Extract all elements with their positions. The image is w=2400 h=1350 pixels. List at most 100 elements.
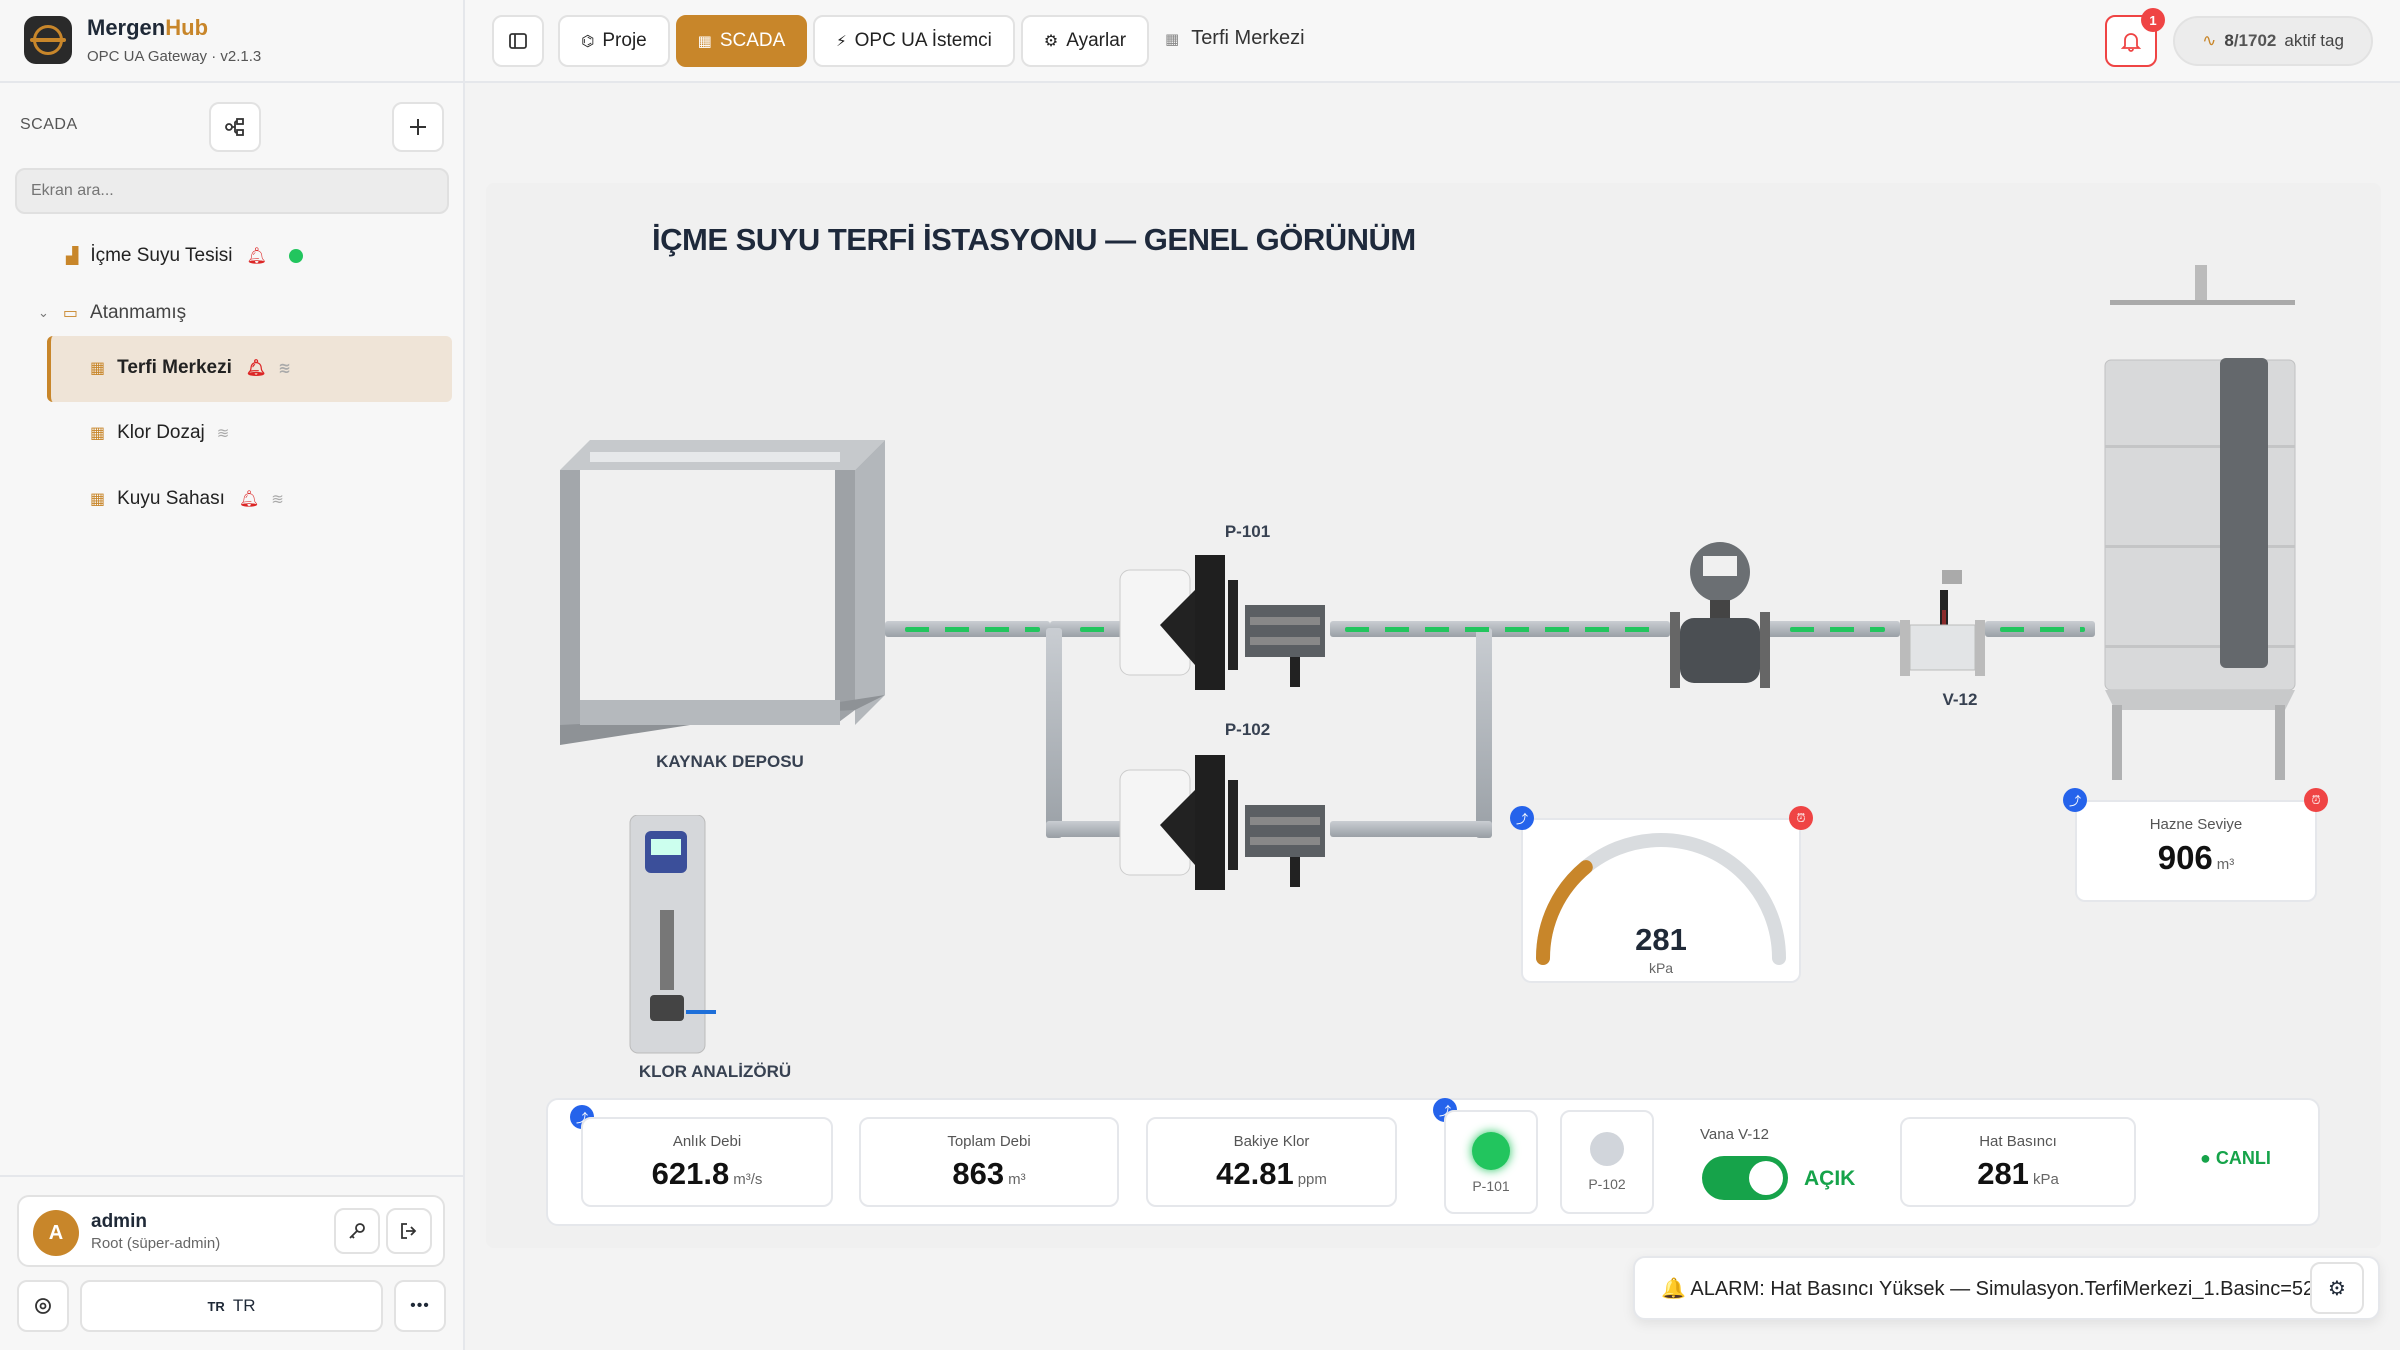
tank-level-title: Hazne Seviye: [2149, 816, 2243, 833]
grid-icon: ▦: [697, 33, 712, 50]
grid-icon: ▦: [90, 491, 106, 508]
hierarchy-button[interactable]: [209, 102, 261, 152]
settings-cog-button[interactable]: [17, 1280, 69, 1332]
tree-group-unassigned[interactable]: ⌄ ▭ Atanmamış: [38, 302, 186, 324]
chlorine-analyzer-graphic: [629, 815, 716, 1054]
chevron-down-icon: ⌄: [38, 305, 49, 320]
tree-item-label: İçme Suyu Tesisi: [90, 245, 233, 266]
valve-v12-toggle[interactable]: [1702, 1156, 1788, 1200]
brand-header: MergenHub OPC UA Gateway · v2.1.3: [0, 0, 465, 83]
add-screen-button[interactable]: [392, 102, 444, 152]
flow-indicator: [2000, 627, 2085, 632]
wifi-icon: ≋: [278, 360, 291, 377]
pump-p102-graphic: [1119, 755, 1325, 890]
hierarchy-icon: [225, 118, 244, 136]
pipe-segment: [1046, 628, 1062, 838]
kpi-instant-flow: Anlık Debi 621.8 m³/s: [581, 1117, 833, 1207]
sidebar: MergenHub OPC UA Gateway · v2.1.3 SCADA …: [0, 0, 465, 1350]
valve-state-label: AÇIK: [1804, 1167, 1856, 1190]
pipe-segment: [1330, 821, 1492, 837]
screen-search-input[interactable]: [15, 168, 449, 214]
status-online-dot: [288, 249, 303, 263]
flow-indicator: [1790, 627, 1885, 632]
tab-scada[interactable]: ▦ SCADA: [676, 15, 807, 67]
bell-icon: [2120, 33, 2142, 52]
brand-name: MergenHub: [87, 15, 209, 40]
plug-icon: ⚡︎: [836, 33, 847, 50]
gear-icon: ⚙︎: [2328, 1277, 2346, 1300]
grid-icon: ▦: [90, 425, 106, 442]
logout-button[interactable]: [386, 1208, 432, 1254]
tank-level-unit: m³: [2216, 856, 2235, 873]
more-button[interactable]: •••: [394, 1280, 446, 1332]
gear-icon: ⚙︎: [1043, 33, 1059, 50]
tab-settings[interactable]: ⚙︎ Ayarlar: [1021, 15, 1149, 67]
tank-level-card: Hazne Seviye 906 m³: [2075, 800, 2317, 902]
key-button[interactable]: [334, 1208, 380, 1254]
pump-p102-label: P-102: [1224, 720, 1271, 739]
tree-item-label: Terfi Merkezi: [117, 357, 232, 378]
tree-group-label: Atanmamış: [90, 302, 187, 323]
flow-indicator: [905, 627, 1040, 632]
trend-chart-icon[interactable]: ⤴: [1510, 806, 1534, 830]
kpi-residual-chlorine: Bakiye Klor 42.81 ppm: [1146, 1117, 1397, 1207]
gauge-value: 281: [1635, 922, 1687, 957]
chlorine-analyzer-label: KLOR ANALİZÖRÜ: [638, 1062, 792, 1081]
pump-stopped-indicator: [1590, 1132, 1624, 1166]
tree-item-label: Kuyu Sahası: [117, 488, 225, 509]
language-label: TR: [232, 1296, 256, 1315]
trend-chart-icon[interactable]: ⤴: [2063, 788, 2087, 812]
brand-subtitle: OPC UA Gateway · v2.1.3: [87, 48, 262, 65]
alarm-indicator-icon[interactable]: ⏰︎: [2304, 788, 2328, 812]
pump-p101-graphic: [1119, 555, 1325, 690]
more-icon: •••: [410, 1297, 430, 1314]
pump-p101-label: P-101: [1224, 522, 1271, 541]
activity-icon: ∿: [2202, 31, 2217, 50]
folder-icon: ▭: [62, 305, 79, 322]
sidebar-heading: SCADA: [20, 116, 78, 133]
app-root: MergenHub OPC UA Gateway · v2.1.3 SCADA …: [0, 0, 2400, 1350]
key-icon: [349, 1223, 365, 1239]
wifi-icon: ≋: [216, 425, 230, 442]
plus-icon: [410, 119, 426, 135]
active-tag-counter: ∿ 8/1702 aktif tag: [2173, 16, 2373, 66]
user-role: Root (süper-admin): [91, 1235, 221, 1252]
sidebar-divider: [0, 1175, 463, 1177]
flow-indicator: [1345, 627, 1655, 632]
wifi-icon: ≋: [271, 491, 284, 508]
breadcrumb-label: Terfi Merkezi: [1191, 27, 1305, 49]
logo-icon: [24, 16, 72, 64]
language-selector[interactable]: TR TR: [80, 1280, 383, 1332]
tree-item-kuyu-sahasi[interactable]: ▦ Kuyu Sahası 🔔︎ ≋: [90, 488, 284, 510]
workflow-icon: ⌬: [581, 33, 595, 50]
scada-title: İÇME SUYU TERFİ İSTASYONU — GENEL GÖRÜNÜ…: [652, 222, 1416, 257]
logout-icon: [401, 1223, 417, 1239]
tab-opcua-client[interactable]: ⚡︎ OPC UA İstemci: [813, 15, 1015, 67]
sidebar-toggle-button[interactable]: [492, 15, 544, 67]
tree-item-plant[interactable]: ▟ İçme Suyu Tesisi 🔔︎: [66, 245, 303, 267]
grid-icon: ▦: [1165, 30, 1180, 48]
avatar: A: [33, 1210, 79, 1256]
toast-settings-button[interactable]: ⚙︎: [2310, 1262, 2364, 1314]
pump-p102-status[interactable]: P-102: [1560, 1110, 1654, 1214]
panel-left-icon: [509, 33, 527, 49]
flowmeter-graphic: [1670, 542, 1770, 688]
kpi-line-pressure: Hat Basıncı 281 kPa: [1900, 1117, 2136, 1207]
user-card: A admin Root (süper-admin): [17, 1195, 445, 1267]
alarm-count-badge: 1: [2141, 8, 2165, 32]
alarm-toast[interactable]: 🔔 ALARM: Hat Basıncı Yüksek — Simulasyon…: [1633, 1256, 2380, 1320]
pipe-segment: [1476, 628, 1492, 838]
tree-item-klor-dozaj[interactable]: ▦ Klor Dozaj ≋: [90, 422, 229, 444]
valve-v12-graphic: [1900, 570, 1985, 676]
user-name: admin: [91, 1211, 147, 1232]
tree-item-terfi-merkezi[interactable]: ▦ Terfi Merkezi 🔔︎ ≋: [90, 357, 291, 379]
pump-p101-status[interactable]: P-101: [1444, 1110, 1538, 1214]
kpi-total-flow: Toplam Debi 863 m³: [859, 1117, 1119, 1207]
tab-proje[interactable]: ⌬ Proje: [558, 15, 670, 67]
alarm-toast-text: 🔔 ALARM: Hat Basıncı Yüksek — Simulasyon…: [1661, 1277, 2315, 1300]
source-tank-label: KAYNAK DEPOSU: [656, 752, 804, 771]
pressure-gauge-card: 281 kPa: [1521, 818, 1801, 983]
alarm-indicator-icon[interactable]: ⏰︎: [1789, 806, 1813, 830]
flag-code: TR: [207, 1298, 225, 1314]
source-tank-graphic: [560, 440, 885, 745]
